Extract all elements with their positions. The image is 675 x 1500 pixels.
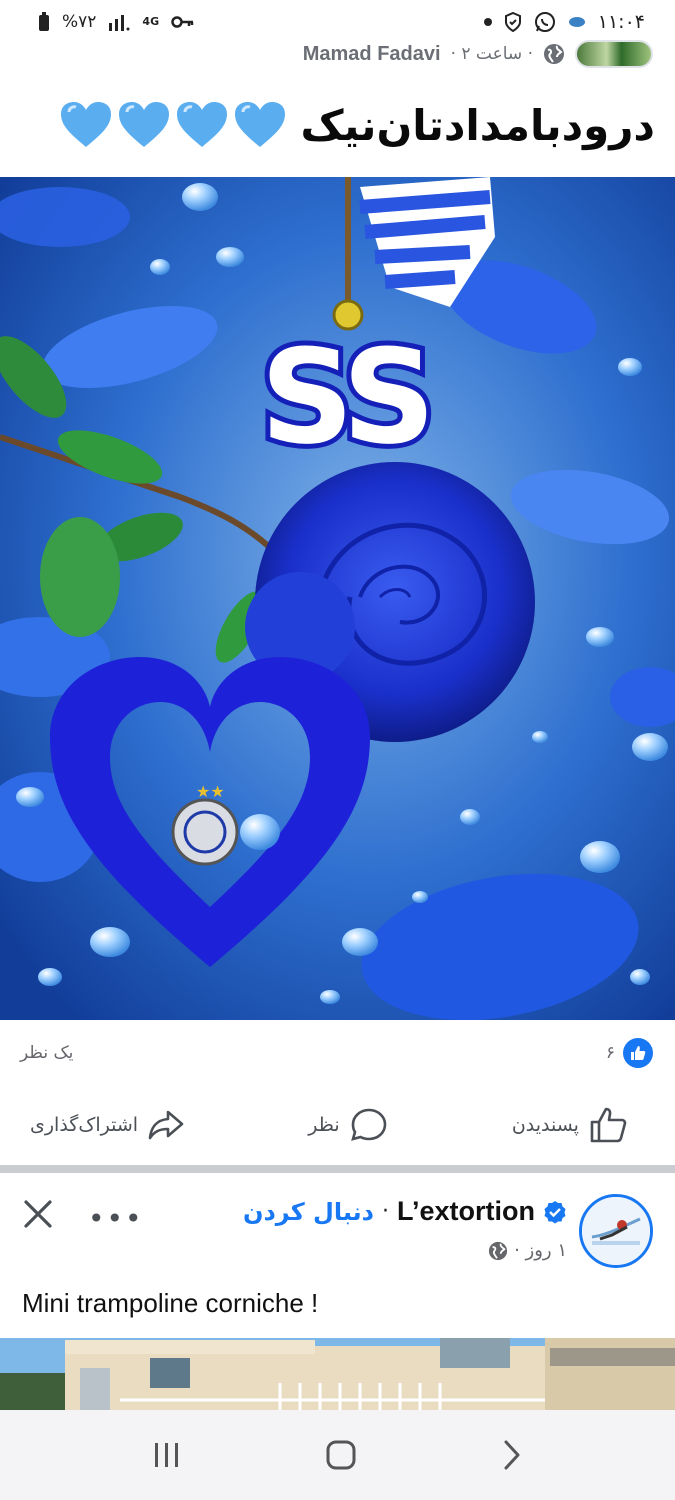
post-image[interactable]: SS ★★ — [0, 177, 675, 1020]
post-header: Mamad Fadavi · ساعت ۲ · — [0, 34, 675, 74]
post2-caption: Mini trampoline corniche ! — [22, 1288, 319, 1318]
like-reaction-icon — [623, 1038, 653, 1068]
shield-icon — [504, 12, 521, 32]
post-text: درودبامدادتان‌نیک — [30, 90, 655, 160]
comment-button[interactable]: نظر — [308, 1107, 387, 1143]
dot-icon — [483, 18, 492, 26]
svg-text:SS: SS — [260, 321, 429, 473]
post2-title-row: دنبال کردن · L’extortion — [243, 1196, 567, 1227]
close-icon[interactable] — [20, 1196, 56, 1232]
post2-meta: ۱ روز · — [488, 1240, 567, 1261]
home-icon[interactable] — [325, 1439, 357, 1471]
follow-button[interactable]: دنبال کردن — [243, 1198, 374, 1226]
separator: · — [381, 1199, 389, 1224]
back-icon[interactable] — [501, 1439, 523, 1471]
post2-image[interactable] — [0, 1338, 675, 1410]
verified-badge-icon — [544, 1200, 566, 1223]
comment-count[interactable]: یک نظر — [20, 1043, 73, 1063]
post2-author[interactable]: L’extortion — [397, 1196, 535, 1227]
thumbs-up-icon — [590, 1107, 627, 1143]
comment-icon — [350, 1108, 386, 1141]
feed-divider — [0, 1165, 675, 1173]
clock: ۱۱:۰۴ — [597, 11, 645, 33]
globe-icon — [488, 1241, 508, 1260]
reaction-count: ۶ — [605, 1043, 615, 1063]
post-time: · ساعت ۲ · — [450, 44, 533, 64]
app-notification-icon — [568, 17, 585, 27]
post-actions: اشتراک‌گذاری نظر پسندیدن — [0, 1098, 675, 1152]
network-type: 4G — [142, 15, 160, 28]
svg-text:★★: ★★ — [196, 782, 225, 801]
building-image — [0, 1338, 675, 1410]
author-avatar[interactable] — [575, 40, 653, 68]
whatsapp-icon — [534, 12, 555, 32]
heart-emojis — [59, 100, 287, 150]
battery-icon — [39, 12, 49, 31]
like-button[interactable]: پسندیدن — [512, 1106, 627, 1144]
recent-apps-icon[interactable] — [152, 1441, 182, 1469]
blue-heart-icon — [234, 102, 285, 147]
share-button[interactable]: اشتراک‌گذاری — [30, 1109, 184, 1141]
comment-label: نظر — [308, 1114, 340, 1136]
status-left: %۷۲ 4G — [38, 12, 195, 32]
reaction-summary[interactable]: ۶ — [606, 1038, 653, 1068]
signal-icon — [109, 15, 130, 31]
system-nav-bar — [0, 1410, 675, 1500]
post2-header: ••• دنبال کردن · L’extortion ۱ روز · — [0, 1188, 675, 1278]
share-label: اشتراک‌گذاری — [30, 1114, 139, 1136]
post-author[interactable]: Mamad Fadavi — [303, 43, 441, 66]
battery-text: %۷۲ — [62, 12, 97, 32]
globe-icon — [544, 44, 564, 64]
post2-time: ۱ روز · — [514, 1240, 567, 1261]
blue-heart-icon — [176, 102, 227, 147]
blue-heart-icon — [118, 102, 169, 147]
status-right: ۱۱:۰۴ — [483, 11, 645, 33]
post2-avatar[interactable] — [579, 1194, 653, 1268]
share-icon — [148, 1110, 184, 1140]
blue-heart-icon — [60, 102, 111, 147]
vpn-key-icon — [171, 16, 194, 28]
blue-rose-image: SS ★★ — [0, 177, 675, 1020]
like-label: پسندیدن — [511, 1114, 579, 1136]
post-greeting: درودبامدادتان‌نیک — [300, 100, 655, 150]
more-options-icon[interactable]: ••• — [88, 1202, 144, 1235]
post-stats: یک نظر ۶ — [0, 1035, 675, 1071]
